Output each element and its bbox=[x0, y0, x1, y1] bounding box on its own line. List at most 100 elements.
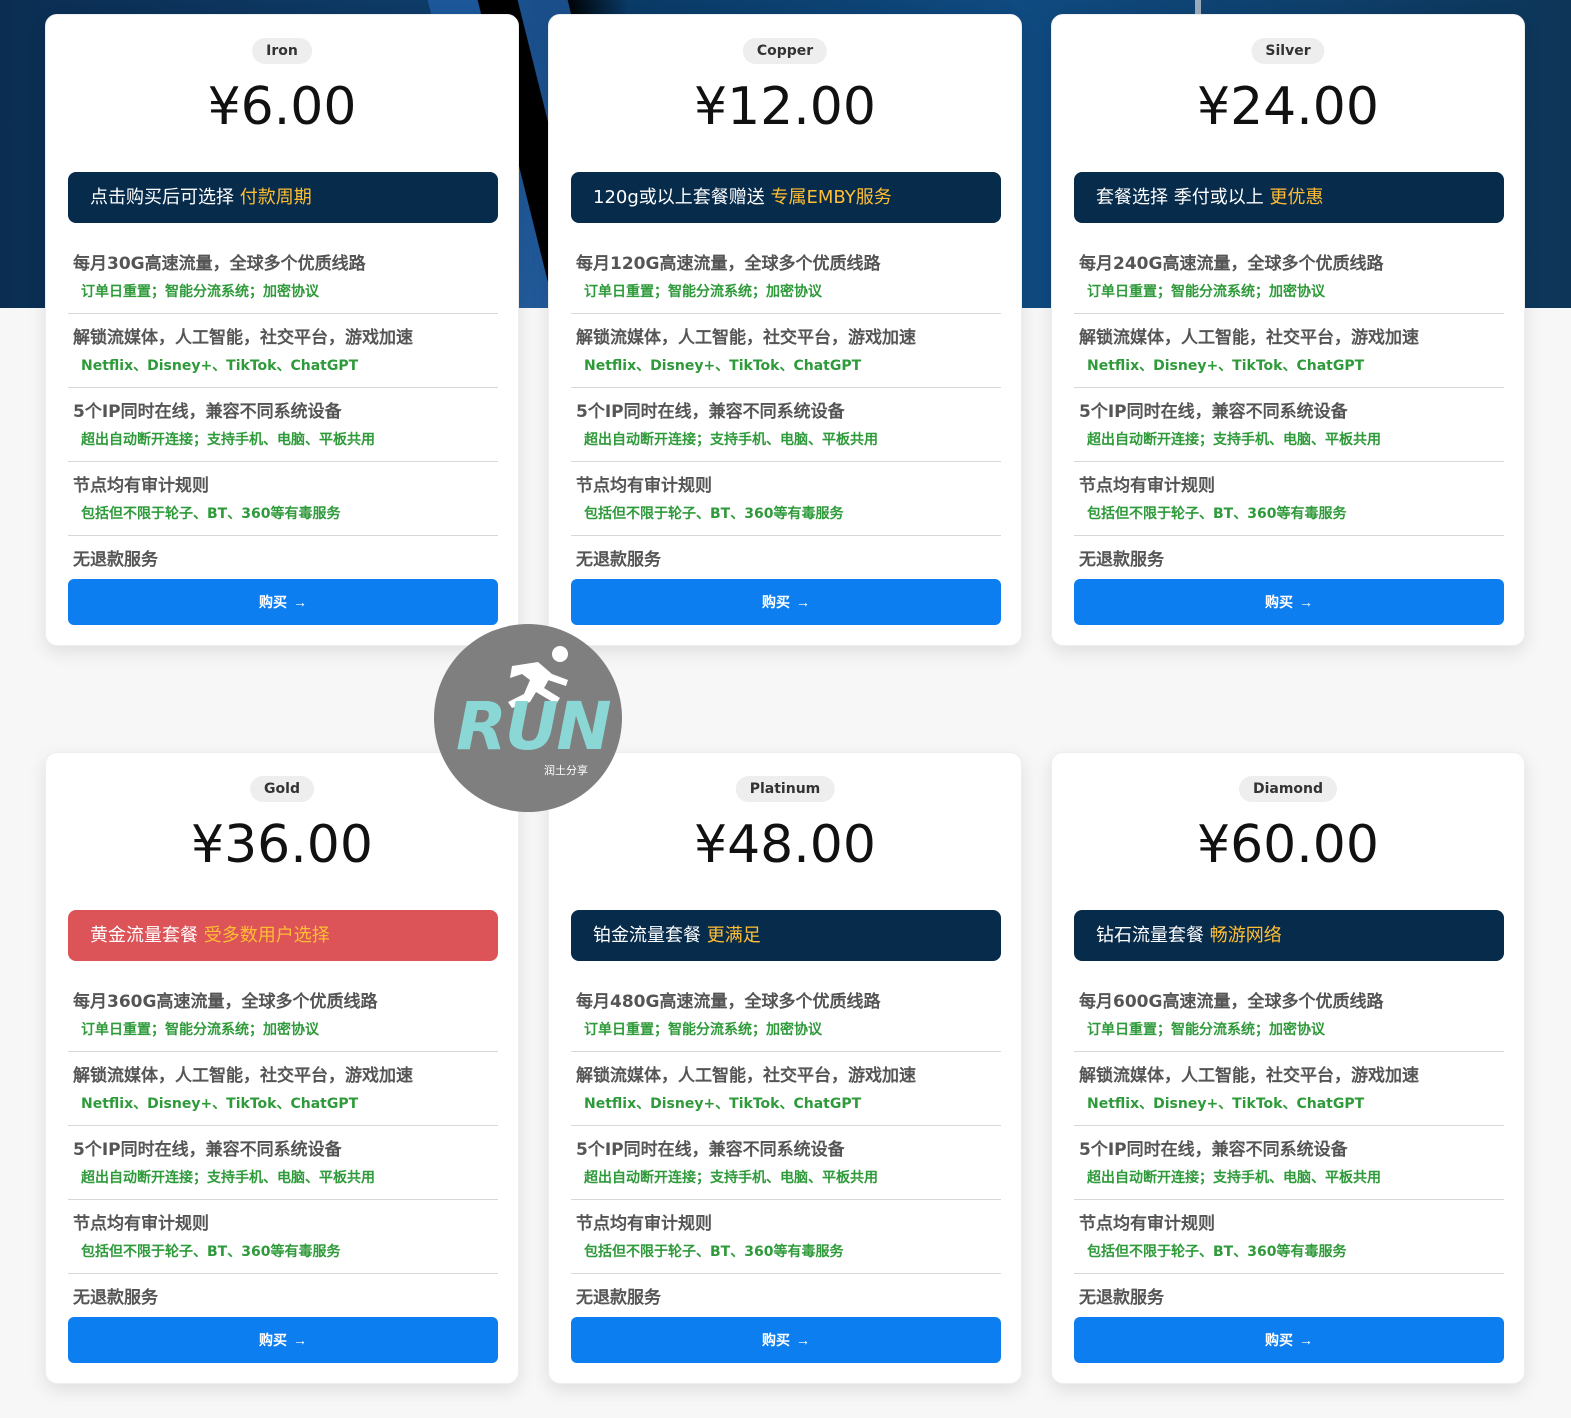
feature-title: 解锁流媒体，人工智能，社交平台，游戏加速 bbox=[73, 1066, 413, 1086]
plan-card-gold: Gold ¥36.00 黄金流量套餐 受多数用户选择 每月360G高速流量，全球… bbox=[45, 752, 519, 1384]
feature-title: 解锁流媒体，人工智能，社交平台，游戏加速 bbox=[576, 1066, 916, 1086]
feature-title: 5个IP同时在线，兼容不同系统设备 bbox=[73, 402, 342, 422]
feature-title: 无退款服务 bbox=[73, 550, 158, 570]
banner-highlight: 专属EMBY服务 bbox=[770, 187, 892, 208]
plan-banner: 120g或以上套餐赠送 专属EMBY服务 bbox=[571, 172, 1001, 223]
feature-title: 5个IP同时在线，兼容不同系统设备 bbox=[73, 1140, 342, 1160]
feature-item: 节点均有审计规则 包括但不限于轮子、BT、360等有毒服务 bbox=[68, 462, 498, 536]
feature-title: 每月240G高速流量，全球多个优质线路 bbox=[1079, 254, 1384, 274]
plan-banner: 套餐选择 季付或以上 更优惠 bbox=[1074, 172, 1504, 223]
plan-price: ¥12.00 bbox=[694, 77, 876, 137]
feature-item: 每月600G高速流量，全球多个优质线路 订单日重置；智能分流系统；加密协议 bbox=[1074, 978, 1504, 1052]
plan-price: ¥36.00 bbox=[191, 815, 373, 875]
plan-banner: 钻石流量套餐 畅游网络 bbox=[1074, 910, 1504, 961]
tier-badge: Copper bbox=[742, 38, 828, 64]
tier-badge: Gold bbox=[250, 776, 314, 802]
feature-item: 无退款服务 bbox=[1074, 1274, 1504, 1322]
feature-title: 无退款服务 bbox=[1079, 1288, 1164, 1308]
feature-subtitle: Netflix、Disney+、TikTok、ChatGPT bbox=[584, 1096, 862, 1112]
banner-highlight: 更满足 bbox=[706, 925, 761, 946]
feature-subtitle: 包括但不限于轮子、BT、360等有毒服务 bbox=[81, 1244, 341, 1260]
feature-subtitle: 订单日重置；智能分流系统；加密协议 bbox=[584, 284, 822, 300]
plan-card-diamond: Diamond ¥60.00 钻石流量套餐 畅游网络 每月600G高速流量，全球… bbox=[1051, 752, 1525, 1384]
arrow-right-icon: → bbox=[1299, 1332, 1313, 1348]
feature-title: 5个IP同时在线，兼容不同系统设备 bbox=[1079, 1140, 1348, 1160]
feature-title: 无退款服务 bbox=[576, 1288, 661, 1308]
feature-subtitle: 订单日重置；智能分流系统；加密协议 bbox=[584, 1022, 822, 1038]
tier-badge: Silver bbox=[1251, 38, 1325, 64]
feature-subtitle: 包括但不限于轮子、BT、360等有毒服务 bbox=[584, 1244, 844, 1260]
feature-item: 解锁流媒体，人工智能，社交平台，游戏加速 Netflix、Disney+、Tik… bbox=[571, 1052, 1001, 1126]
feature-subtitle: 超出自动断开连接；支持手机、电脑、平板共用 bbox=[1087, 432, 1381, 448]
banner-text: 钻石流量套餐 bbox=[1096, 925, 1210, 946]
banner-text: 120g或以上套餐赠送 bbox=[593, 187, 771, 208]
buy-button-label: 购买 bbox=[259, 1332, 287, 1348]
feature-title: 解锁流媒体，人工智能，社交平台，游戏加速 bbox=[73, 328, 413, 348]
feature-title: 每月120G高速流量，全球多个优质线路 bbox=[576, 254, 881, 274]
watermark-logo-text: RUN bbox=[456, 688, 612, 765]
feature-title: 解锁流媒体，人工智能，社交平台，游戏加速 bbox=[1079, 328, 1419, 348]
feature-item: 每月360G高速流量，全球多个优质线路 订单日重置；智能分流系统；加密协议 bbox=[68, 978, 498, 1052]
feature-item: 无退款服务 bbox=[571, 1274, 1001, 1322]
feature-subtitle: 包括但不限于轮子、BT、360等有毒服务 bbox=[1087, 506, 1347, 522]
feature-list: 每月360G高速流量，全球多个优质线路 订单日重置；智能分流系统；加密协议 解锁… bbox=[68, 978, 498, 1322]
watermark-caption: 润土分享 bbox=[544, 764, 588, 777]
banner-highlight: 畅游网络 bbox=[1209, 925, 1282, 946]
feature-title: 节点均有审计规则 bbox=[73, 476, 209, 496]
plan-price: ¥60.00 bbox=[1197, 815, 1379, 875]
buy-button[interactable]: 购买 → bbox=[68, 579, 498, 625]
feature-list: 每月480G高速流量，全球多个优质线路 订单日重置；智能分流系统；加密协议 解锁… bbox=[571, 978, 1001, 1322]
banner-text: 点击购买后可选择 bbox=[90, 187, 240, 208]
feature-subtitle: Netflix、Disney+、TikTok、ChatGPT bbox=[81, 358, 359, 374]
tier-badge: Iron bbox=[252, 38, 312, 64]
feature-title: 无退款服务 bbox=[576, 550, 661, 570]
feature-subtitle: Netflix、Disney+、TikTok、ChatGPT bbox=[584, 358, 862, 374]
feature-subtitle: Netflix、Disney+、TikTok、ChatGPT bbox=[81, 1096, 359, 1112]
feature-subtitle: 超出自动断开连接；支持手机、电脑、平板共用 bbox=[81, 432, 375, 448]
feature-title: 5个IP同时在线，兼容不同系统设备 bbox=[1079, 402, 1348, 422]
buy-button[interactable]: 购买 → bbox=[68, 1317, 498, 1363]
feature-subtitle: 订单日重置；智能分流系统；加密协议 bbox=[1087, 284, 1325, 300]
feature-subtitle: 订单日重置；智能分流系统；加密协议 bbox=[81, 1022, 319, 1038]
feature-subtitle: 超出自动断开连接；支持手机、电脑、平板共用 bbox=[584, 432, 878, 448]
feature-title: 节点均有审计规则 bbox=[576, 1214, 712, 1234]
feature-title: 节点均有审计规则 bbox=[1079, 476, 1215, 496]
plan-price: ¥48.00 bbox=[694, 815, 876, 875]
feature-item: 解锁流媒体，人工智能，社交平台，游戏加速 Netflix、Disney+、Tik… bbox=[68, 314, 498, 388]
buy-button[interactable]: 购买 → bbox=[571, 579, 1001, 625]
feature-subtitle: 超出自动断开连接；支持手机、电脑、平板共用 bbox=[1087, 1170, 1381, 1186]
arrow-right-icon: → bbox=[796, 1332, 810, 1348]
feature-item: 解锁流媒体，人工智能，社交平台，游戏加速 Netflix、Disney+、Tik… bbox=[1074, 314, 1504, 388]
feature-item: 每月240G高速流量，全球多个优质线路 订单日重置；智能分流系统；加密协议 bbox=[1074, 240, 1504, 314]
arrow-right-icon: → bbox=[293, 1332, 307, 1348]
feature-subtitle: Netflix、Disney+、TikTok、ChatGPT bbox=[1087, 1096, 1365, 1112]
feature-title: 每月480G高速流量，全球多个优质线路 bbox=[576, 992, 881, 1012]
feature-item: 5个IP同时在线，兼容不同系统设备 超出自动断开连接；支持手机、电脑、平板共用 bbox=[68, 388, 498, 462]
feature-list: 每月120G高速流量，全球多个优质线路 订单日重置；智能分流系统；加密协议 解锁… bbox=[571, 240, 1001, 584]
feature-subtitle: 订单日重置；智能分流系统；加密协议 bbox=[81, 284, 319, 300]
feature-item: 5个IP同时在线，兼容不同系统设备 超出自动断开连接；支持手机、电脑、平板共用 bbox=[571, 388, 1001, 462]
feature-item: 节点均有审计规则 包括但不限于轮子、BT、360等有毒服务 bbox=[571, 462, 1001, 536]
feature-subtitle: 包括但不限于轮子、BT、360等有毒服务 bbox=[81, 506, 341, 522]
buy-button-label: 购买 bbox=[259, 594, 287, 610]
feature-item: 每月30G高速流量，全球多个优质线路 订单日重置；智能分流系统；加密协议 bbox=[68, 240, 498, 314]
feature-item: 无退款服务 bbox=[68, 536, 498, 584]
feature-list: 每月600G高速流量，全球多个优质线路 订单日重置；智能分流系统；加密协议 解锁… bbox=[1074, 978, 1504, 1322]
arrow-right-icon: → bbox=[796, 594, 810, 610]
feature-title: 每月360G高速流量，全球多个优质线路 bbox=[73, 992, 378, 1012]
feature-subtitle: 包括但不限于轮子、BT、360等有毒服务 bbox=[1087, 1244, 1347, 1260]
feature-item: 无退款服务 bbox=[571, 536, 1001, 584]
buy-button-label: 购买 bbox=[762, 1332, 790, 1348]
feature-item: 5个IP同时在线，兼容不同系统设备 超出自动断开连接；支持手机、电脑、平板共用 bbox=[68, 1126, 498, 1200]
feature-item: 解锁流媒体，人工智能，社交平台，游戏加速 Netflix、Disney+、Tik… bbox=[1074, 1052, 1504, 1126]
plan-card-copper: Copper ¥12.00 120g或以上套餐赠送 专属EMBY服务 每月120… bbox=[548, 14, 1022, 646]
buy-button[interactable]: 购买 → bbox=[571, 1317, 1001, 1363]
feature-title: 无退款服务 bbox=[1079, 550, 1164, 570]
plan-price: ¥6.00 bbox=[207, 77, 357, 137]
banner-highlight: 付款周期 bbox=[239, 187, 312, 208]
buy-button[interactable]: 购买 → bbox=[1074, 1317, 1504, 1363]
feature-subtitle: 超出自动断开连接；支持手机、电脑、平板共用 bbox=[584, 1170, 878, 1186]
buy-button[interactable]: 购买 → bbox=[1074, 579, 1504, 625]
feature-item: 无退款服务 bbox=[1074, 536, 1504, 584]
feature-item: 节点均有审计规则 包括但不限于轮子、BT、360等有毒服务 bbox=[571, 1200, 1001, 1274]
